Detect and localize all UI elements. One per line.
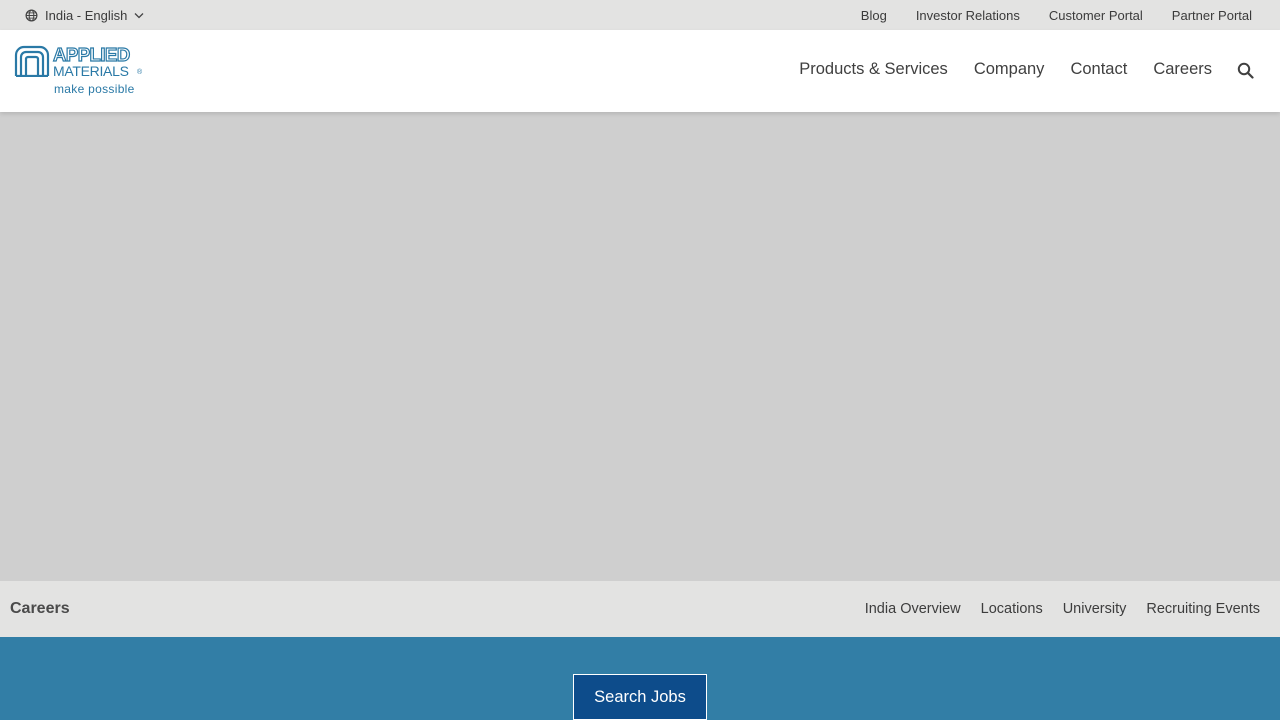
language-label: India - English [45,7,128,23]
applied-materials-logo[interactable]: APPLIED MATERIALS ® make possible [14,45,144,99]
search-icon[interactable] [1237,62,1254,84]
cta-band: Search Jobs [0,637,1280,720]
utility-bar: India - English Blog Investor Relations … [0,0,1280,30]
utility-link-blog[interactable]: Blog [861,8,887,23]
chevron-down-icon [134,12,144,19]
main-header: APPLIED MATERIALS ® make possible Produc… [0,30,1280,112]
language-selector[interactable]: India - English [25,8,144,23]
hero-image-placeholder [0,112,1280,581]
sub-nav-university[interactable]: University [1063,601,1127,617]
search-jobs-button[interactable]: Search Jobs [573,674,707,720]
nav-item-company[interactable]: Company [974,60,1045,79]
section-title[interactable]: Careers [10,600,70,618]
utility-links: Blog Investor Relations Customer Portal … [861,8,1252,23]
logo-mark-icon [14,45,50,77]
utility-link-investor-relations[interactable]: Investor Relations [916,8,1020,23]
section-sub-nav: Careers India Overview Locations Univers… [0,581,1280,637]
nav-item-contact[interactable]: Contact [1070,60,1127,79]
nav-item-careers[interactable]: Careers [1153,60,1212,79]
logo-wordmark-line1: APPLIED [52,44,130,65]
registered-mark: ® [137,69,143,76]
main-nav: Products & Services Company Contact Care… [799,60,1212,79]
utility-link-customer-portal[interactable]: Customer Portal [1049,8,1143,23]
sub-nav-india-overview[interactable]: India Overview [865,601,961,617]
sub-nav-recruiting-events[interactable]: Recruiting Events [1146,601,1260,617]
nav-item-products-services[interactable]: Products & Services [799,60,948,79]
sub-nav-locations[interactable]: Locations [981,601,1043,617]
logo-wordmark-line2: MATERIALS [53,63,129,79]
utility-link-partner-portal[interactable]: Partner Portal [1172,8,1252,23]
logo-tagline: make possible [54,82,135,96]
globe-icon [25,9,38,22]
section-links: India Overview Locations University Recr… [865,601,1260,617]
